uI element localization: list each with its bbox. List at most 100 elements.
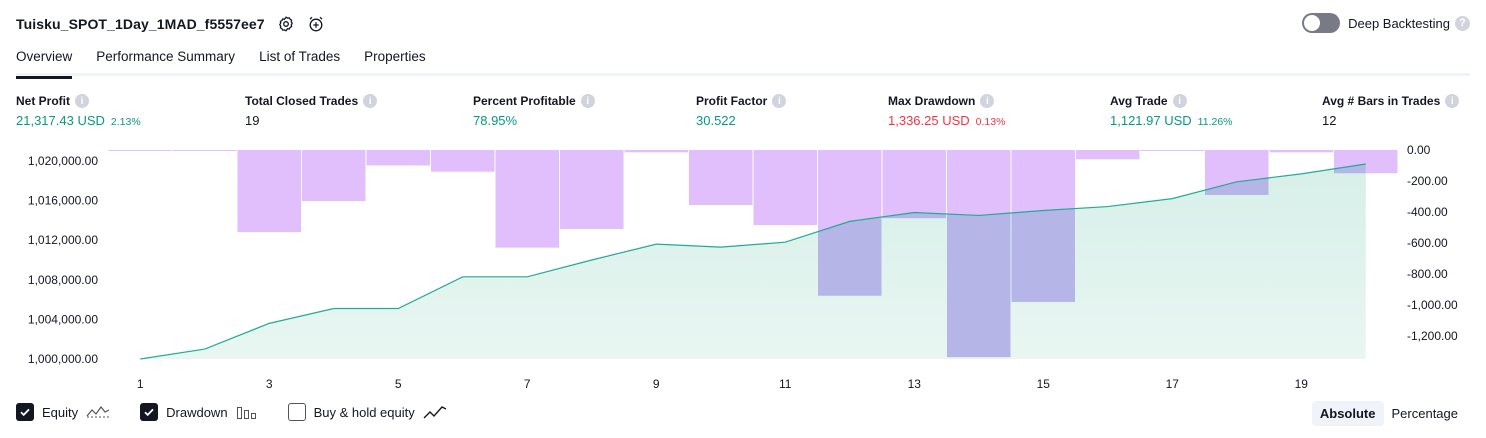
left-axis-tick-label: 1,016,000.00 (28, 194, 98, 208)
tab-properties[interactable]: Properties (364, 44, 426, 76)
drawdown-bar (366, 150, 430, 166)
right-axis-tick-label: -400.00 (1407, 205, 1448, 219)
deep-backtesting-toggle[interactable] (1302, 13, 1341, 33)
help-icon[interactable]: ? (1455, 15, 1470, 31)
drawdown-bar (1269, 150, 1333, 153)
x-axis-tick-label: 17 (1166, 377, 1180, 391)
left-axis: 1,000,000.00 1,004,000.00 1,008,000.00 1,01… (28, 154, 98, 366)
deep-backtesting: Deep Backtesting ? (1302, 13, 1470, 33)
right-axis-tick-label: -600.00 (1407, 236, 1448, 250)
stat-value: 78.95% (473, 113, 518, 128)
info-icon[interactable]: i (772, 94, 787, 108)
drawdown-bar (302, 150, 366, 202)
equity-drawdown-chart: 1,000,000.00 1,004,000.00 1,008,000.00 1,01… (28, 143, 1458, 391)
x-axis: 1 3 5 7 9 11 13 15 17 19 (137, 377, 1308, 391)
chart-legend: Equity Drawdown Buy & hold equity (16, 403, 477, 421)
x-axis-tick-label: 3 (266, 377, 273, 391)
right-axis: 0.00 -200.00 -400.00 -600.00 -800.00 -1,000.0… (1407, 143, 1458, 343)
settings-icon[interactable] (277, 15, 295, 33)
info-icon[interactable]: i (1172, 94, 1187, 108)
stat-value: 1,336.25 USD (888, 113, 970, 128)
drawdown-bar (1140, 150, 1204, 151)
x-axis-tick-label: 1 (137, 377, 144, 391)
stat-percent-profitable: Percent Profitable i 78.95% (473, 94, 595, 128)
stat-profit-factor: Profit Factor i 30.522 (696, 94, 787, 128)
legend-equity[interactable]: Equity (16, 403, 110, 421)
drawdown-bar (753, 150, 817, 226)
left-axis-tick-label: 1,012,000.00 (28, 233, 98, 247)
info-icon[interactable]: i (580, 94, 595, 108)
stat-value: 19 (245, 113, 260, 128)
info-icon[interactable]: i (75, 94, 89, 108)
drawdown-bar (624, 150, 688, 153)
alarm-add-icon[interactable] (307, 15, 325, 33)
drawdown-bar (431, 150, 495, 172)
drawdown-bar (1076, 150, 1140, 160)
stat-total-closed-trades: Total Closed Trades i 19 (245, 94, 378, 128)
legend-label: Equity (42, 404, 79, 420)
equity-checkbox[interactable] (16, 403, 34, 421)
stat-max-drawdown: Max Drawdown i 1,336.25 USD 0.13% (888, 94, 1005, 128)
stat-avg-trade: Avg Trade i 1,121.97 USD 11.26% (1110, 94, 1233, 128)
drawdown-bar (237, 150, 301, 233)
left-axis-tick-label: 1,004,000.00 (28, 312, 98, 326)
stat-label: Avg # Bars in Trades (1322, 94, 1441, 108)
right-axis-tick-label: -800.00 (1407, 267, 1448, 281)
tab-overview[interactable]: Overview (16, 44, 73, 79)
drawdown-bar (495, 150, 559, 248)
equity-wave-icon (86, 404, 110, 420)
x-axis-tick-label: 11 (779, 377, 792, 391)
left-axis-tick-label: 1,020,000.00 (28, 154, 98, 168)
legend-label: Drawdown (166, 404, 228, 420)
info-icon[interactable]: i (363, 94, 378, 108)
left-axis-tick-label: 1,000,000.00 (28, 352, 98, 366)
stats-row: Net Profit i 21,317.43 USD 2.13% Total Clo… (16, 94, 1470, 134)
buy-hold-line-icon (423, 404, 447, 420)
drawdown-checkbox[interactable] (140, 403, 159, 421)
left-axis-tick-label: 1,008,000.00 (28, 273, 98, 287)
legend-label: Buy & hold equity (313, 404, 415, 420)
drawdown-bar (882, 150, 946, 219)
right-axis-tick-label: -1,000.00 (1407, 298, 1458, 312)
right-axis-tick-label: -200.00 (1407, 174, 1448, 188)
info-icon[interactable]: i (1445, 94, 1460, 108)
scale-mode-switch: Absolute Percentage (1311, 401, 1467, 426)
x-axis-tick-label: 15 (1037, 377, 1051, 391)
stat-label: Avg Trade (1110, 94, 1168, 108)
stat-label: Profit Factor (696, 94, 768, 108)
x-axis-tick-label: 19 (1295, 377, 1309, 391)
mode-percentage[interactable]: Percentage (1384, 401, 1467, 426)
right-axis-tick-label: -1,200.00 (1407, 329, 1458, 343)
drawdown-bar (560, 150, 624, 230)
legend-drawdown[interactable]: Drawdown (140, 403, 257, 421)
stat-value: 30.522 (696, 113, 736, 128)
header: Tuisku_SPOT_1Day_1MAD_f5557ee7 (16, 12, 325, 36)
stat-value: 12 (1322, 113, 1337, 128)
x-axis-tick-label: 7 (524, 377, 531, 391)
legend-buy-hold[interactable]: Buy & hold equity (287, 403, 447, 421)
toggle-knob (1304, 15, 1321, 31)
stat-value: 1,121.97 USD (1110, 113, 1192, 128)
stat-label: Percent Profitable (473, 94, 576, 108)
right-axis-tick-label: 0.00 (1407, 143, 1431, 157)
x-axis-tick-label: 5 (395, 377, 402, 391)
stat-net-profit: Net Profit i 21,317.43 USD 2.13% (16, 94, 141, 128)
stat-percent: 2.13% (110, 116, 141, 128)
drawdown-bar (689, 150, 753, 206)
tab-bar: Overview Performance Summary List of Tra… (16, 44, 1470, 79)
stat-label: Max Drawdown (888, 94, 976, 108)
stat-percent: 11.26% (1197, 116, 1233, 128)
drawdown-bars-icon (236, 404, 258, 420)
info-icon[interactable]: i (980, 94, 995, 108)
stat-label: Total Closed Trades (245, 94, 359, 108)
tab-list-of-trades[interactable]: List of Trades (259, 44, 340, 76)
drawdown-bar (173, 150, 237, 151)
stat-value: 21,317.43 USD (16, 113, 105, 128)
buy-hold-checkbox[interactable] (287, 403, 306, 421)
drawdown-bar (108, 150, 172, 151)
mode-absolute[interactable]: Absolute (1311, 401, 1384, 426)
x-axis-tick-label: 13 (908, 377, 922, 391)
strategy-title: Tuisku_SPOT_1Day_1MAD_f5557ee7 (16, 16, 265, 32)
stat-avg-bars: Avg # Bars in Trades i 12 (1322, 94, 1460, 128)
tab-performance-summary[interactable]: Performance Summary (96, 44, 235, 76)
